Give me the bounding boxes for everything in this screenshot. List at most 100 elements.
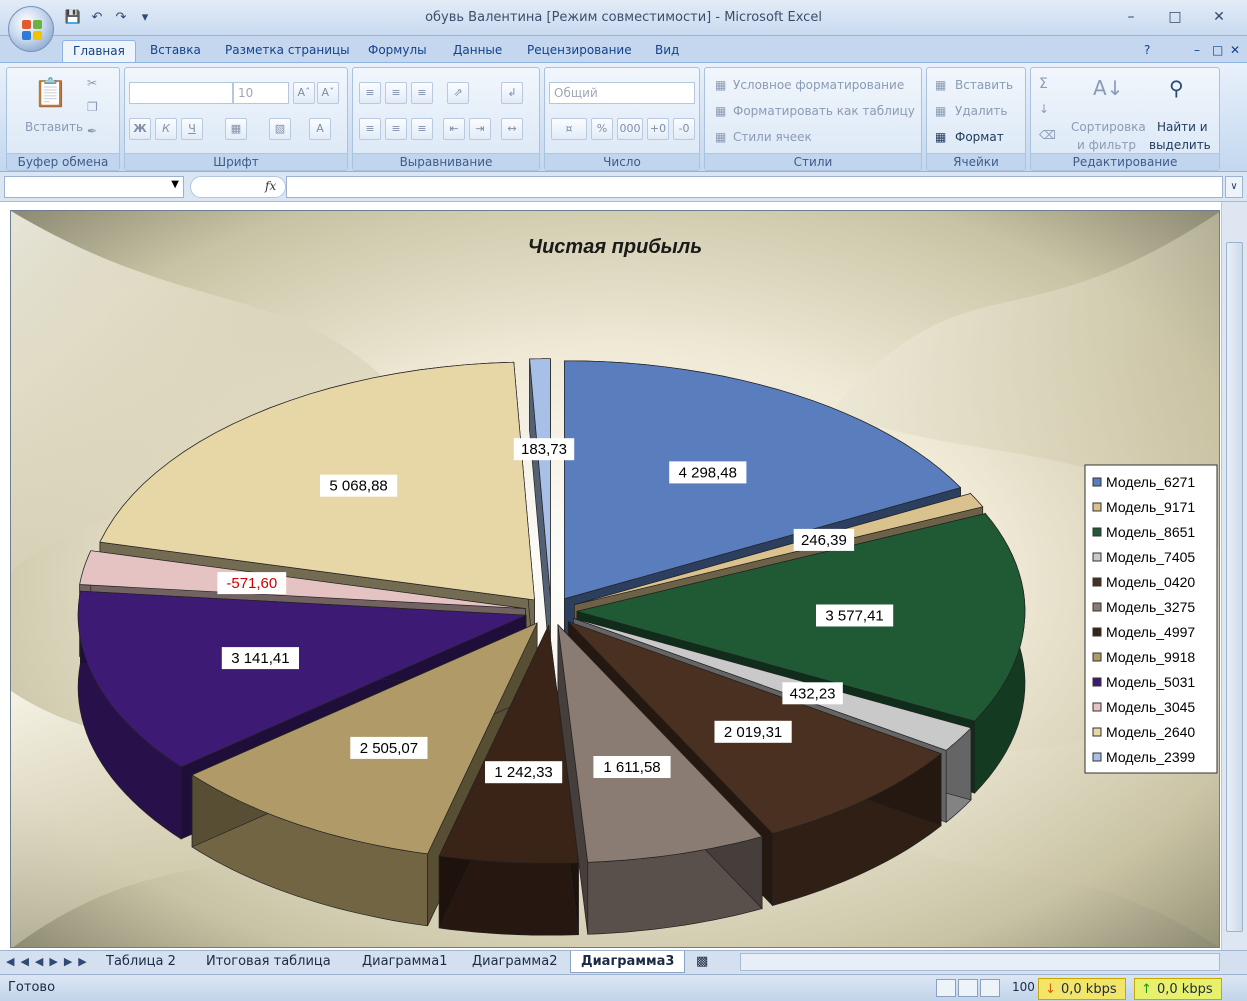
cut-icon[interactable]: ✂ (87, 76, 97, 90)
formula-input[interactable] (286, 176, 1223, 198)
borders-icon[interactable]: ▦ (225, 118, 247, 140)
merge-center-icon[interactable]: ↔ (501, 118, 523, 140)
format-as-table-button[interactable]: Форматировать как таблицу (733, 104, 915, 118)
vertical-scrollbar[interactable] (1221, 202, 1247, 950)
currency-icon[interactable]: ¤ (551, 118, 587, 140)
sheet-tab[interactable]: Диаграмма1 (352, 951, 457, 973)
data-label[interactable]: 432,23 (790, 685, 836, 702)
help-icon[interactable]: ? (1140, 40, 1154, 62)
name-box[interactable]: ▼ (4, 176, 184, 198)
pie-chart[interactable]: 4 298,48 246,39 3 577,41 432,23 2 019,31 1 61… (11, 211, 1220, 948)
data-label[interactable]: 3 141,41 (231, 650, 289, 667)
data-label[interactable]: 2 505,07 (360, 740, 418, 757)
data-label[interactable]: 183,73 (521, 441, 567, 458)
number-format-select[interactable]: Общий (549, 82, 695, 104)
sheet-tab-active[interactable]: Диаграмма3 (570, 951, 686, 973)
name-box-dropdown-icon[interactable]: ▼ (171, 179, 179, 190)
fill-color-icon[interactable]: ▧ (269, 118, 291, 140)
format-painter-icon[interactable]: ✒ (87, 124, 97, 138)
data-label[interactable]: 246,39 (801, 532, 847, 549)
font-size-select[interactable]: 10 (233, 82, 289, 104)
legend-entry[interactable]: Модель_9918 (1106, 649, 1195, 665)
vertical-scroll-thumb[interactable] (1226, 242, 1243, 932)
tab-data[interactable]: Данные (443, 40, 512, 62)
cell-styles-button[interactable]: Стили ячеек (733, 130, 812, 144)
ribbon-close-icon[interactable]: ✕ (1226, 40, 1244, 62)
align-center-icon[interactable]: ≡ (385, 118, 407, 140)
legend-entry[interactable]: Модель_8651 (1106, 524, 1195, 540)
format-cells-button[interactable]: Формат (955, 130, 1004, 144)
shrink-font-icon[interactable]: Aˇ (317, 82, 339, 104)
page-layout-view-icon[interactable] (958, 979, 978, 997)
close-button[interactable]: ✕ (1199, 6, 1239, 28)
insert-function-button[interactable]: fx (265, 179, 276, 193)
orientation-icon[interactable]: ⇗ (447, 82, 469, 104)
font-family-select[interactable] (129, 82, 233, 104)
tab-formulas[interactable]: Формулы (358, 40, 437, 62)
sheet-tab[interactable]: Диаграмма2 (462, 951, 567, 973)
chart-legend[interactable]: Модель_6271 Модель_9171 Модель_8651 Модель_… (1084, 464, 1218, 774)
data-label[interactable]: 3 577,41 (825, 608, 883, 625)
legend-entry[interactable]: Модель_2640 (1106, 724, 1195, 740)
expand-formula-bar-icon[interactable]: ∨ (1225, 176, 1243, 198)
align-left-icon[interactable]: ≡ (359, 118, 381, 140)
copy-icon[interactable]: ❐ (87, 100, 98, 114)
legend-entry[interactable]: Модель_3045 (1106, 699, 1195, 715)
legend-entry[interactable]: Модель_6271 (1106, 474, 1195, 490)
data-label[interactable]: -571,60 (226, 575, 277, 592)
ribbon-minimize-icon[interactable]: – (1190, 40, 1204, 62)
thousands-button[interactable]: 000 (617, 118, 643, 140)
legend-entry[interactable]: Модель_0420 (1106, 574, 1195, 590)
data-label[interactable]: 1 611,58 (603, 759, 660, 776)
sheet-tab[interactable]: Таблица 2 (96, 951, 186, 973)
tab-review[interactable]: Рецензирование (517, 40, 642, 62)
legend-entry[interactable]: Модель_3275 (1106, 599, 1195, 615)
legend-entry[interactable]: Модель_5031 (1106, 674, 1195, 690)
autosum-icon[interactable]: Σ (1039, 76, 1048, 92)
align-bottom-icon[interactable]: ≡ (411, 82, 433, 104)
horizontal-scrollbar[interactable] (740, 953, 1220, 971)
legend-entry[interactable]: Модель_7405 (1106, 549, 1195, 565)
data-label[interactable]: 4 298,48 (679, 464, 737, 481)
normal-view-icon[interactable] (936, 979, 956, 997)
sort-filter-line2[interactable]: и фильтр (1077, 138, 1136, 152)
tab-insert[interactable]: Вставка (140, 40, 211, 62)
align-top-icon[interactable]: ≡ (359, 82, 381, 104)
legend-entry[interactable]: Модель_4997 (1106, 624, 1195, 640)
insert-cells-button[interactable]: Вставить (955, 78, 1013, 92)
sheet-nav-icons[interactable]: ◀◀◀▶▶▶ (6, 955, 93, 968)
percent-button[interactable]: % (591, 118, 613, 140)
grow-font-icon[interactable]: Aˆ (293, 82, 315, 104)
underline-button[interactable]: Ч (181, 118, 203, 140)
find-select-line2[interactable]: выделить (1149, 138, 1211, 152)
align-middle-icon[interactable]: ≡ (385, 82, 407, 104)
tab-home[interactable]: Главная (62, 40, 136, 62)
clear-icon[interactable]: ⌫ (1039, 128, 1056, 142)
wrap-text-icon[interactable]: ↲ (501, 82, 523, 104)
data-label[interactable]: 1 242,33 (494, 764, 552, 781)
fill-icon[interactable]: ↓ (1039, 102, 1049, 116)
legend-entry[interactable]: Модель_9171 (1106, 499, 1195, 515)
italic-button[interactable]: К (155, 118, 177, 140)
maximize-button[interactable]: □ (1155, 6, 1195, 28)
data-label[interactable]: 2 019,31 (724, 724, 782, 741)
ribbon-restore-icon[interactable]: □ (1208, 40, 1227, 62)
decrease-indent-icon[interactable]: ⇤ (443, 118, 465, 140)
align-right-icon[interactable]: ≡ (411, 118, 433, 140)
chart-title[interactable]: Чистая прибыль (528, 236, 702, 258)
tab-page-layout[interactable]: Разметка страницы (215, 40, 360, 62)
sheet-tab[interactable]: Итоговая таблица (196, 951, 341, 973)
minimize-button[interactable]: – (1111, 6, 1151, 28)
font-color-icon[interactable]: A (309, 118, 331, 140)
data-label[interactable]: 5 068,88 (329, 478, 387, 495)
find-select-line1[interactable]: Найти и (1157, 120, 1208, 134)
decrease-decimal-icon[interactable]: -0 (673, 118, 695, 140)
delete-cells-button[interactable]: Удалить (955, 104, 1008, 118)
legend-entry[interactable]: Модель_2399 (1106, 749, 1195, 765)
bold-button[interactable]: Ж (129, 118, 151, 140)
chart-area[interactable]: 4 298,48 246,39 3 577,41 432,23 2 019,31 1 61… (10, 210, 1220, 948)
page-break-view-icon[interactable] (980, 979, 1000, 997)
paste-button[interactable]: Вставить (25, 120, 83, 134)
increase-decimal-icon[interactable]: +0 (647, 118, 669, 140)
insert-sheet-icon[interactable]: ▩ (686, 951, 718, 973)
